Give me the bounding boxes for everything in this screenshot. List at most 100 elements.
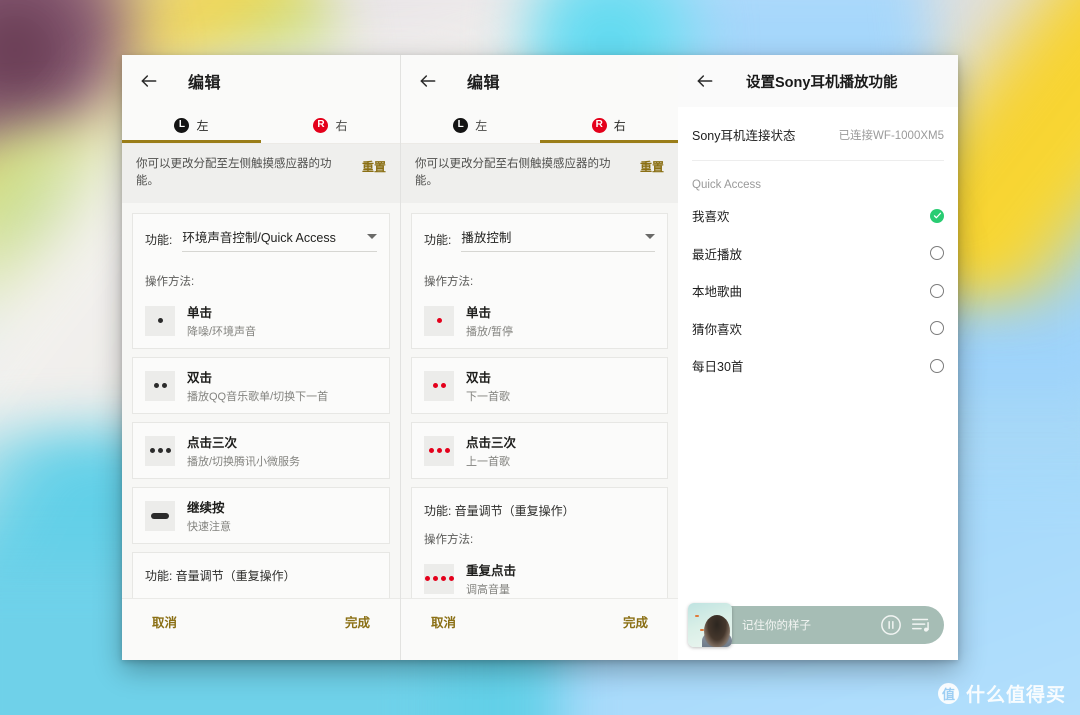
tab-active-indicator [122, 140, 261, 143]
reset-button[interactable]: 重置 [362, 156, 386, 175]
operation-title: 单击 [466, 306, 492, 321]
playlist-icon[interactable] [910, 614, 932, 636]
tab-active-indicator [539, 140, 678, 143]
operation-title: 单击 [187, 306, 213, 321]
chevron-down-icon [645, 234, 655, 240]
middle-app-bar: 编辑 [401, 55, 678, 107]
quick-access-option-guess[interactable]: 猜你喜欢 [692, 310, 944, 348]
radio-circle-icon[interactable] [930, 283, 944, 298]
option-label: 猜你喜欢 [692, 322, 743, 337]
option-label: 本地歌曲 [692, 285, 743, 300]
function-select[interactable]: 播放控制 [461, 227, 655, 253]
operations-label: 操作方法: [424, 276, 474, 289]
right-badge-icon: R [313, 117, 329, 133]
operation-row[interactable]: 重复点击 调高音量 [412, 551, 667, 598]
function-label: 功能: [424, 233, 452, 248]
function-select[interactable]: 环境声音控制/Quick Access [182, 227, 377, 253]
done-button[interactable]: 完成 [623, 612, 648, 631]
headphone-status-row: Sony耳机连接状态 已连接WF-1000XM5 [692, 107, 944, 161]
quick-access-section-label: Quick Access [692, 179, 762, 191]
middle-description-text: 你可以更改分配至右侧触摸感应器的功能。 [415, 158, 611, 187]
middle-scroll-area[interactable]: 功能: 播放控制 操作方法: 单击 播放/暂停 双击 下一首歌 点击三次 上一首… [401, 203, 678, 598]
reset-button[interactable]: 重置 [640, 156, 664, 175]
middle-operation-group-2: 双击 下一首歌 [411, 357, 668, 415]
hold-bar-icon [145, 500, 175, 531]
operation-sub: 调高音量 [466, 584, 510, 597]
operation-sub: 上一首歌 [466, 456, 510, 469]
done-button[interactable]: 完成 [345, 612, 370, 631]
middle-operation-group-3: 点击三次 上一首歌 [411, 422, 668, 480]
middle-description-row: 你可以更改分配至右侧触摸感应器的功能。 重置 [401, 144, 678, 204]
cancel-button[interactable]: 取消 [431, 612, 456, 631]
mini-player[interactable]: 记住你的样子 [688, 603, 944, 647]
page-title: 编辑 [467, 75, 501, 92]
left-description-text: 你可以更改分配至左侧触摸感应器的功能。 [136, 158, 332, 187]
album-art [688, 603, 732, 647]
pause-circle-icon[interactable] [880, 614, 902, 636]
tab-left-earbud[interactable]: L 左 [401, 107, 540, 143]
quick-access-option-local[interactable]: 本地歌曲 [692, 272, 944, 310]
left-description-row: 你可以更改分配至左侧触摸感应器的功能。 重置 [122, 144, 400, 204]
middle-function-group: 功能: 播放控制 操作方法: 单击 播放/暂停 [411, 213, 668, 350]
operation-sub: 快速注意 [187, 521, 231, 534]
watermark-logo-icon: 值 [937, 683, 959, 704]
quick-app-bar: 设置Sony耳机播放功能 [678, 55, 958, 107]
operation-row[interactable]: 点击三次 上一首歌 [412, 423, 667, 478]
page-title: 设置Sony耳机播放功能 [746, 74, 898, 91]
left-scroll-area[interactable]: 功能: 环境声音控制/Quick Access 操作方法: 单击 降噪/环境声音 [122, 203, 400, 598]
quick-access-option-daily30[interactable]: 每日30首 [692, 347, 944, 385]
second-function-title: 功能: 音量调节（重复操作） [145, 569, 296, 584]
option-label: 每日30首 [692, 360, 744, 375]
headphone-status-value: 已连接WF-1000XM5 [838, 129, 944, 142]
operation-row[interactable]: 双击 播放QQ音乐歌单/切换下一首 [133, 358, 389, 413]
operation-row[interactable]: 继续按 快速注意 [133, 488, 389, 543]
cancel-button[interactable]: 取消 [152, 612, 177, 631]
operation-sub: 下一首歌 [466, 391, 510, 404]
operation-title: 点击三次 [187, 436, 238, 451]
operation-row[interactable]: 双击 下一首歌 [412, 358, 667, 413]
operation-row[interactable]: 点击三次 播放/切换腾讯小微服务 [133, 423, 389, 478]
page-title: 编辑 [188, 75, 222, 92]
two-dots-icon [424, 370, 454, 401]
quick-access-option-recent[interactable]: 最近播放 [692, 235, 944, 273]
left-badge-icon: L [453, 117, 469, 133]
middle-action-bar: 取消 完成 [401, 598, 678, 660]
tab-left-earbud[interactable]: L 左 [122, 107, 261, 143]
four-dots-icon [424, 563, 454, 594]
tab-right-label: 右 [335, 118, 348, 133]
back-arrow-icon[interactable] [415, 68, 441, 94]
left-earbud-edit-panel: 编辑 L 左 R 右 你可以更改分配至左侧触摸感应器的功能。 重置 功能: 环境… [122, 55, 400, 660]
tab-right-earbud[interactable]: R 右 [261, 107, 400, 143]
operation-sub: 播放/暂停 [466, 326, 514, 339]
function-label: 功能: [145, 233, 173, 248]
operation-row[interactable]: 单击 播放/暂停 [412, 293, 667, 348]
left-operation-group-4: 继续按 快速注意 [132, 487, 390, 545]
back-arrow-icon[interactable] [692, 68, 718, 94]
operation-sub: 降噪/环境声音 [187, 326, 257, 339]
left-second-function-group: 功能: 音量调节（重复操作） [132, 552, 390, 598]
middle-function-row: 功能: 播放控制 [412, 214, 667, 263]
two-dots-icon [145, 370, 175, 401]
function-value: 播放控制 [461, 231, 512, 246]
radio-circle-icon[interactable] [930, 321, 944, 336]
operation-sub: 播放QQ音乐歌单/切换下一首 [187, 391, 329, 404]
option-label: 我喜欢 [692, 210, 730, 225]
check-circle-icon[interactable] [930, 208, 944, 223]
operation-sub: 播放/切换腾讯小微服务 [187, 456, 301, 469]
operation-title: 双击 [466, 371, 492, 386]
left-app-bar: 编辑 [122, 55, 400, 107]
tab-right-label: 右 [613, 118, 626, 133]
radio-circle-icon[interactable] [930, 358, 944, 373]
operations-label: 操作方法: [145, 276, 195, 289]
tab-left-label: 左 [475, 118, 488, 133]
tab-right-earbud[interactable]: R 右 [540, 107, 679, 143]
quick-access-option-favorites[interactable]: 我喜欢 [692, 197, 944, 235]
screenshot-collage: 编辑 L 左 R 右 你可以更改分配至左侧触摸感应器的功能。 重置 功能: 环境… [122, 55, 958, 660]
radio-circle-icon[interactable] [930, 246, 944, 261]
left-operation-group-2: 双击 播放QQ音乐歌单/切换下一首 [132, 357, 390, 415]
three-dots-icon [145, 435, 175, 466]
second-operations-label: 操作方法: [424, 534, 474, 547]
back-arrow-icon[interactable] [136, 68, 162, 94]
operation-title: 重复点击 [466, 564, 517, 579]
operation-row[interactable]: 单击 降噪/环境声音 [133, 293, 389, 348]
